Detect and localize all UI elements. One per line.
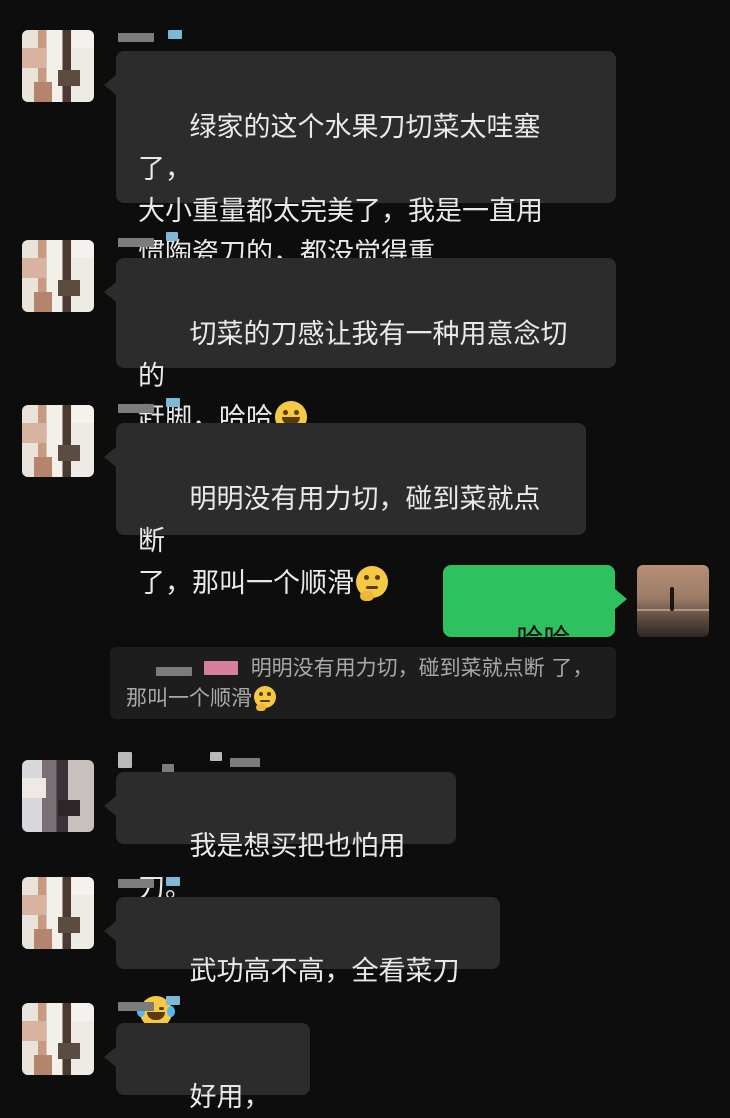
contact-avatar[interactable] [22, 877, 94, 949]
chat-screen: 绿家的这个水果刀切菜太哇塞了， 大小重量都太完美了，我是一直用 惯陶瓷刀的，都没… [0, 0, 730, 1118]
quoted-message[interactable]: 明明没有用力切，碰到菜就点断 了，那叫一个顺滑 [110, 647, 616, 719]
contact-avatar[interactable] [22, 240, 94, 312]
sent-message-bubble[interactable]: 哈哈哈哈 [443, 565, 627, 697]
message-bubble[interactable]: 好用，真的 [104, 1023, 310, 1113]
message-text: 绿家的这个水果刀切菜太哇塞了， 大小重量都太完美了，我是一直用 惯陶瓷刀的，都没… [138, 112, 543, 269]
message-text: 好用，真的 [189, 1082, 271, 1113]
message-text: 切菜的刀感让我有一种用意念切的 赶脚，哈哈 [138, 319, 568, 434]
contact-avatar[interactable] [22, 760, 94, 832]
quoted-sender-blurred [126, 659, 244, 679]
contact-avatar[interactable] [22, 30, 94, 102]
message-bubble[interactable]: 明明没有用力切，碰到菜就点断 了，那叫一个顺滑 [104, 423, 586, 601]
message-bubble[interactable]: 武功高不高，全看菜刀 [104, 897, 500, 1028]
message-text: 武功高不高，全看菜刀 [189, 956, 460, 987]
message-bubble[interactable]: 绿家的这个水果刀切菜太哇塞了， 大小重量都太完美了，我是一直用 惯陶瓷刀的，都没… [104, 51, 616, 269]
message-text: 我是想买把也怕用刀。 [138, 831, 406, 904]
self-avatar[interactable] [637, 565, 709, 637]
message-bubble[interactable]: 我是想买把也怕用刀。 [104, 772, 456, 904]
contact-avatar[interactable] [22, 1003, 94, 1075]
thinking-face-icon [254, 686, 276, 711]
message-bubble[interactable]: 切菜的刀感让我有一种用意念切的 赶脚，哈哈 [104, 258, 616, 434]
thinking-face-icon [356, 566, 388, 601]
contact-avatar[interactable] [22, 405, 94, 477]
